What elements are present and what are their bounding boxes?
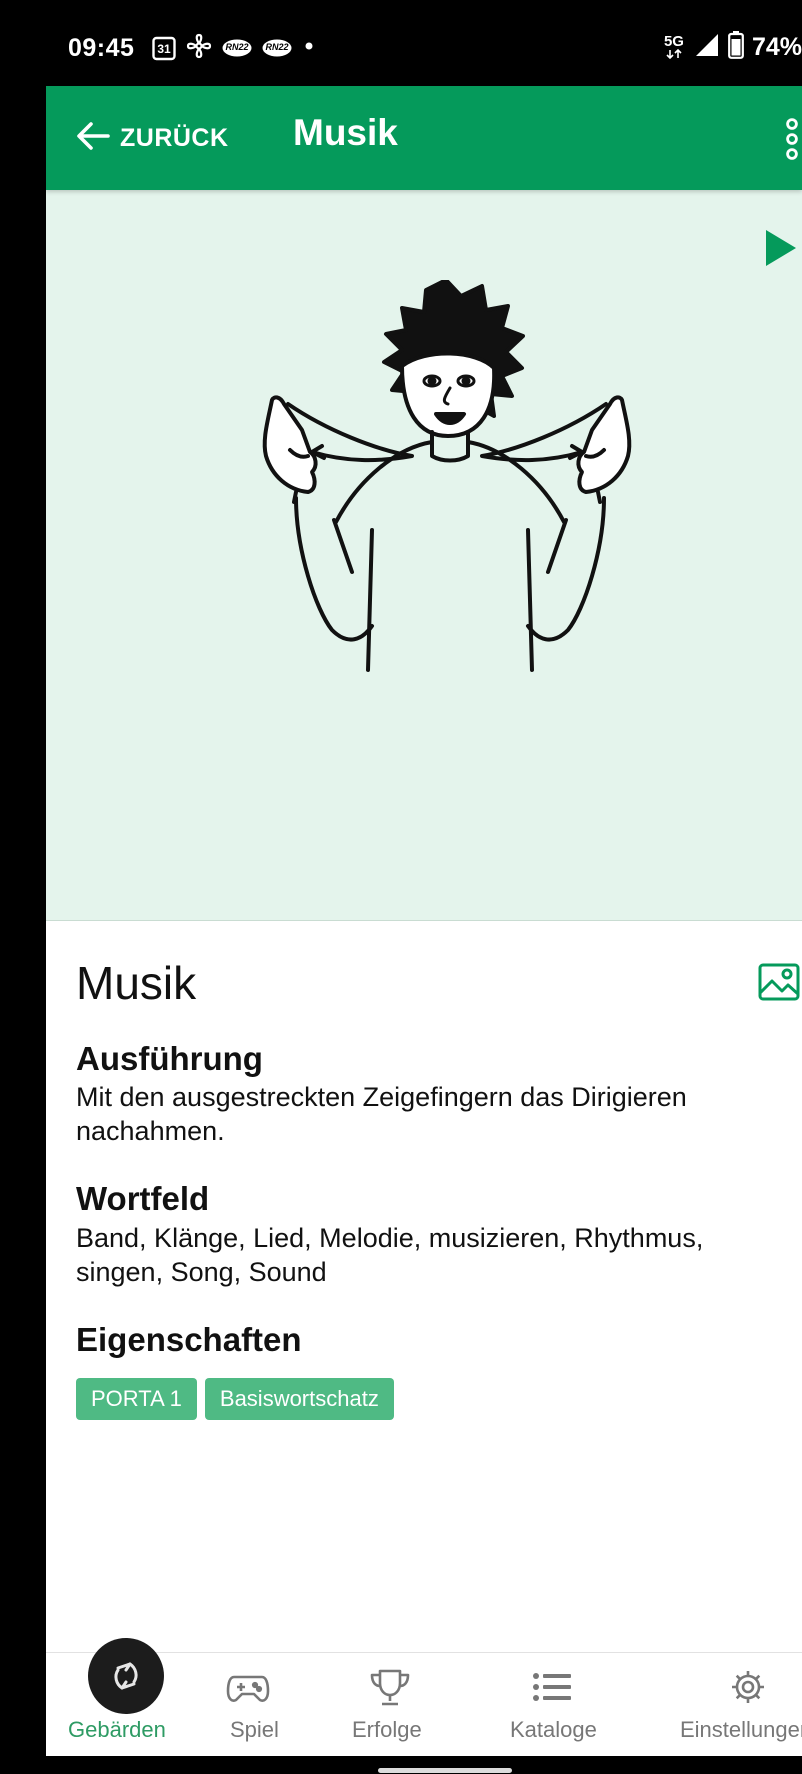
gamepad-icon <box>226 1675 270 1702</box>
word-field-heading: Wortfeld <box>76 1180 210 1217</box>
list-icon <box>533 1673 571 1701</box>
property-tags: PORTA 1 Basiswortschatz <box>76 1378 394 1420</box>
app-screen: 09:45 31 RN22 RN22 5G 74% ZURÜCK Musik M… <box>46 10 802 1774</box>
word-field-text: Band, Klänge, Lied, Melodie, musizieren,… <box>76 1223 704 1287</box>
battery-icon <box>728 30 744 64</box>
back-button[interactable]: ZURÜCK <box>76 116 229 160</box>
news-app-icon: RN22 <box>222 39 252 57</box>
image-icon <box>758 963 800 1001</box>
battery-percent: 74% <box>751 32 802 61</box>
overflow-menu-button[interactable] <box>782 116 802 162</box>
status-bar: 09:45 31 RN22 RN22 5G 74% <box>46 10 802 86</box>
more-vertical-icon <box>786 118 798 160</box>
nav-item-spiel[interactable]: Spiel <box>186 1653 310 1757</box>
execution-heading: Ausführung <box>76 1040 263 1077</box>
properties-heading: Eigenschaften <box>76 1321 302 1358</box>
tag-basiswortschatz[interactable]: Basiswortschatz <box>204 1378 394 1420</box>
more-notifications-dot-icon <box>302 39 316 58</box>
show-image-button[interactable] <box>758 962 800 1002</box>
play-video-button[interactable] <box>760 226 800 270</box>
rotate-icon <box>114 1662 138 1690</box>
nav-item-kataloge[interactable]: Kataloge <box>510 1653 640 1757</box>
notification-icons: 31 RN22 RN22 <box>152 33 316 64</box>
home-gesture-handle[interactable] <box>378 1768 512 1773</box>
news-app-icon: RN22 <box>262 39 292 57</box>
execution-text: Mit den ausgestreckten Zeigefingern das … <box>76 1082 687 1146</box>
gear-icon <box>732 1671 764 1703</box>
play-icon <box>766 230 796 266</box>
app-bar: ZURÜCK Musik <box>46 86 802 190</box>
nav-label: Kataloge <box>510 1717 597 1742</box>
sign-illustration-panel <box>46 190 802 921</box>
rotate-sign-button[interactable] <box>88 1638 164 1714</box>
status-time: 09:45 <box>68 34 135 62</box>
system-icons: 5G 74% <box>662 30 802 64</box>
nav-label: Einstellungen <box>680 1717 802 1742</box>
news-badge-label: RN22 <box>265 42 289 52</box>
calendar-day: 31 <box>157 42 171 56</box>
gesture-navigation-bar <box>46 1756 802 1774</box>
page-title: Musik <box>293 112 398 153</box>
sign-illustration <box>262 280 632 672</box>
calendar-icon: 31 <box>152 35 176 61</box>
nav-item-erfolge[interactable]: Erfolge <box>336 1653 466 1757</box>
nav-label: Spiel <box>230 1717 279 1742</box>
tag-porta-1[interactable]: PORTA 1 <box>76 1378 197 1420</box>
back-label: ZURÜCK <box>120 123 229 152</box>
trophy-icon <box>370 1669 410 1706</box>
nav-item-einstellungen[interactable]: Einstellungen <box>680 1653 802 1757</box>
nav-label: Erfolge <box>352 1717 422 1742</box>
word-heading: Musik <box>76 957 197 1009</box>
news-badge-label: RN22 <box>225 42 249 52</box>
nav-label: Gebärden <box>68 1717 166 1742</box>
signal-icon <box>694 32 720 63</box>
fan-icon <box>186 33 212 64</box>
arrow-left-icon <box>76 121 110 156</box>
network-label: 5G <box>663 33 684 50</box>
network-5g-icon: 5G <box>662 33 686 59</box>
